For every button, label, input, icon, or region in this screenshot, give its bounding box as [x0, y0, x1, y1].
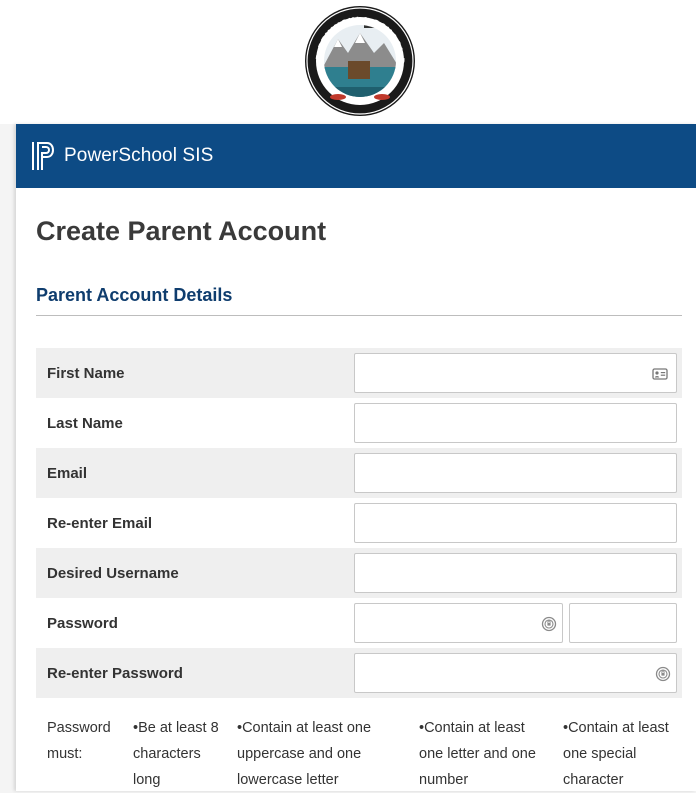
last-name-input[interactable] — [354, 403, 677, 443]
section-title: Parent Account Details — [36, 285, 233, 305]
password-key-icon[interactable] — [655, 666, 671, 682]
first-name-input[interactable] — [354, 353, 677, 393]
district-logo: LAKE AND PENINSULA SCHOOL DISTRICT — [304, 5, 415, 116]
password-rule: •Contain at least one letter and one num… — [419, 720, 536, 788]
username-label: Desired Username — [47, 565, 179, 582]
password-rule: •Contain at least one special character — [563, 720, 669, 788]
reenter-email-input[interactable] — [354, 503, 677, 543]
password-key-icon[interactable] — [541, 616, 557, 632]
app-header: PowerSchool SIS — [16, 124, 696, 188]
section-divider — [36, 315, 682, 316]
app-title: PowerSchool SIS — [64, 145, 214, 166]
password-label: Password — [47, 615, 118, 632]
password-rule: •Contain at least one uppercase and one … — [237, 720, 372, 788]
password-input[interactable] — [354, 603, 563, 643]
password-rule: •Be at least 8 characters long — [133, 720, 219, 788]
username-input[interactable] — [354, 553, 677, 593]
reenter-email-label: Re-enter Email — [47, 515, 153, 532]
email-input[interactable] — [354, 453, 677, 493]
contact-card-icon[interactable] — [652, 366, 668, 382]
last-name-label: Last Name — [47, 415, 123, 432]
email-label: Email — [47, 465, 88, 482]
password-strength-box — [569, 603, 677, 643]
powerschool-logo-icon — [32, 142, 54, 170]
reenter-password-input[interactable] — [354, 653, 677, 693]
page-title: Create Parent Account — [36, 216, 327, 246]
reenter-password-label: Re-enter Password — [47, 665, 183, 682]
first-name-label: First Name — [47, 365, 125, 382]
password-rules-intro: Password must: — [47, 720, 111, 762]
